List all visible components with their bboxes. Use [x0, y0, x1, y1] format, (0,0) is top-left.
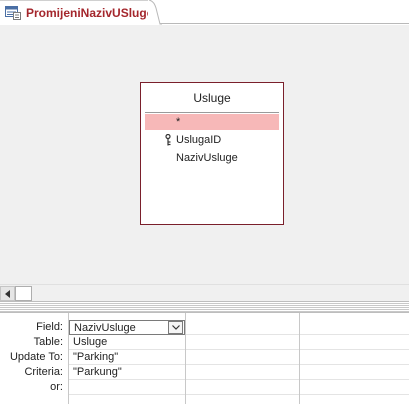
query-design-grid: Field: Table: Update To: Criteria: or: N…	[0, 313, 409, 404]
field-list-item-all[interactable]: *	[145, 114, 279, 130]
tab-edge	[148, 0, 162, 25]
field-value: NazivUsluge	[74, 322, 136, 334]
query-tab[interactable]: PromijeniNazivUSluge	[0, 0, 154, 25]
title-divider	[145, 112, 279, 113]
update-to-cell[interactable]	[186, 350, 299, 365]
query-tab-title: PromijeniNazivUSluge	[26, 6, 154, 20]
query-design-surface[interactable]: Usluge * UslugaID NazivUsluge	[0, 25, 409, 284]
grid-column-3	[299, 313, 409, 404]
update-to-cell[interactable]: "Parking"	[69, 350, 185, 365]
field-cell[interactable]: NazivUsluge	[69, 320, 185, 335]
row-label-criteria: Criteria:	[24, 366, 63, 378]
query-design-icon	[5, 6, 21, 20]
criteria-cell[interactable]	[300, 365, 409, 380]
field-list-item-uslugaid[interactable]: UslugaID	[145, 132, 279, 148]
or-cell[interactable]	[186, 380, 299, 395]
design-horizontal-scrollbar[interactable]	[0, 284, 409, 301]
field-cell[interactable]	[300, 320, 409, 335]
row-label-update-to: Update To:	[9, 351, 63, 363]
update-to-cell[interactable]	[300, 350, 409, 365]
field-label: UslugaID	[176, 134, 222, 146]
table-title: Usluge	[193, 91, 231, 105]
document-tab-bar: PromijeniNazivUSluge	[0, 0, 409, 25]
scroll-thumb[interactable]	[15, 286, 32, 301]
row-label-field: Field:	[36, 321, 63, 333]
table-cell[interactable]: Usluge	[69, 335, 185, 350]
chevron-down-icon	[171, 325, 180, 330]
or-cell[interactable]	[69, 380, 185, 395]
field-list-item-nazivusluge[interactable]: NazivUsluge	[145, 150, 279, 166]
table-cell[interactable]	[300, 335, 409, 350]
criteria-cell[interactable]: "Parkung"	[69, 365, 185, 380]
row-label-or: or:	[50, 381, 63, 393]
field-dropdown-button[interactable]	[168, 321, 183, 334]
grid-column-2	[185, 313, 299, 404]
criteria-cell[interactable]	[186, 365, 299, 380]
primary-key-icon	[165, 133, 171, 146]
row-label-table: Table:	[33, 336, 63, 348]
arrow-left-icon	[4, 289, 10, 298]
pane-splitter[interactable]	[0, 301, 409, 313]
table-cell[interactable]	[186, 335, 299, 350]
grid-row-labels: Field: Table: Update To: Criteria: or:	[0, 313, 68, 404]
scroll-left-button[interactable]	[0, 286, 15, 301]
table-field-list-usluge[interactable]: Usluge * UslugaID NazivUsluge	[140, 82, 284, 225]
field-cell[interactable]	[186, 320, 299, 335]
or-cell[interactable]	[300, 380, 409, 395]
grid-column-1: NazivUsluge Usluge "Parking" "Parkung"	[68, 313, 185, 404]
